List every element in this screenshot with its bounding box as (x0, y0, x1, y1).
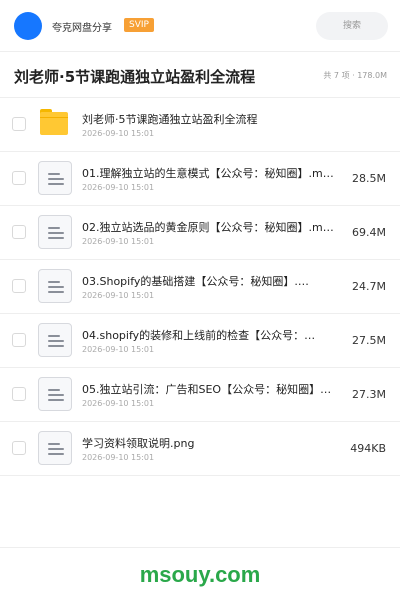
file-date: 2026-09-10 15:01 (82, 399, 155, 408)
file-size: 27.3M (352, 388, 386, 401)
file-size: 494KB (350, 442, 386, 455)
file-name[interactable]: 02.独立站选品的黄金原则【公众号：秘知圈】.mp4 (82, 219, 334, 235)
checkbox[interactable] (12, 225, 26, 239)
file-size: 24.7M (352, 280, 386, 293)
checkbox[interactable] (12, 441, 26, 455)
list-item[interactable]: 01.理解独立站的生意模式【公众号：秘知圈】.mp4 2026-09-10 15… (0, 152, 400, 206)
share-title-row: 刘老师·5节课跑通独立站盈利全流程 共 7 项 · 178.0M (0, 52, 400, 98)
svip-badge[interactable]: SVIP (124, 18, 154, 32)
file-name[interactable]: 01.理解独立站的生意模式【公众号：秘知圈】.mp4 (82, 165, 334, 181)
file-date: 2026-09-10 15:01 (82, 237, 155, 246)
checkbox[interactable] (12, 333, 26, 347)
search-input[interactable]: 搜索 (316, 12, 388, 40)
divider (0, 547, 400, 548)
document-icon (38, 161, 72, 195)
file-name[interactable]: 04.shopify的装修和上线前的检查【公众号：… (82, 327, 334, 343)
folder-icon (40, 109, 68, 135)
header-bar: 夸克网盘分享 SVIP 搜索 (0, 0, 400, 52)
document-icon (38, 431, 72, 465)
checkbox[interactable] (12, 117, 26, 131)
file-date: 2026-09-10 15:01 (82, 291, 155, 300)
file-name[interactable]: 刘老师·5节课跑通独立站盈利全流程 (82, 111, 334, 127)
page-title: 刘老师·5节课跑通独立站盈利全流程 (14, 68, 256, 86)
list-item[interactable]: 03.Shopify的基础搭建【公众号：秘知圈】.… 2026-09-10 15… (0, 260, 400, 314)
list-item[interactable]: 04.shopify的装修和上线前的检查【公众号：… 2026-09-10 15… (0, 314, 400, 368)
app-name: 夸克网盘分享 (52, 23, 112, 34)
file-date: 2026-09-10 15:01 (82, 129, 155, 138)
document-icon (38, 377, 72, 411)
document-icon (38, 215, 72, 249)
file-name[interactable]: 05.独立站引流：广告和SEO【公众号：秘知圈】.… (82, 381, 334, 397)
file-list: 刘老师·5节课跑通独立站盈利全流程 2026-09-10 15:01 01.理解… (0, 98, 400, 476)
list-item[interactable]: 05.独立站引流：广告和SEO【公众号：秘知圈】.… 2026-09-10 15… (0, 368, 400, 422)
file-name[interactable]: 学习资料领取说明.png (82, 435, 334, 451)
file-size: 69.4M (352, 226, 386, 239)
avatar[interactable] (14, 12, 42, 40)
file-size: 28.5M (352, 172, 386, 185)
checkbox[interactable] (12, 171, 26, 185)
list-item[interactable]: 刘老师·5节课跑通独立站盈利全流程 2026-09-10 15:01 (0, 98, 400, 152)
list-item[interactable]: 02.独立站选品的黄金原则【公众号：秘知圈】.mp4 2026-09-10 15… (0, 206, 400, 260)
file-date: 2026-09-10 15:01 (82, 345, 155, 354)
checkbox[interactable] (12, 387, 26, 401)
file-date: 2026-09-10 15:01 (82, 183, 155, 192)
watermark: msouy.com (139, 562, 261, 587)
document-icon (38, 269, 72, 303)
document-icon (38, 323, 72, 357)
checkbox[interactable] (12, 279, 26, 293)
file-name[interactable]: 03.Shopify的基础搭建【公众号：秘知圈】.… (82, 273, 334, 289)
file-date: 2026-09-10 15:01 (82, 453, 155, 462)
file-size: 27.5M (352, 334, 386, 347)
item-count: 共 7 项 · 178.0M (323, 71, 387, 80)
list-item[interactable]: 学习资料领取说明.png 2026-09-10 15:01 494KB (0, 422, 400, 476)
